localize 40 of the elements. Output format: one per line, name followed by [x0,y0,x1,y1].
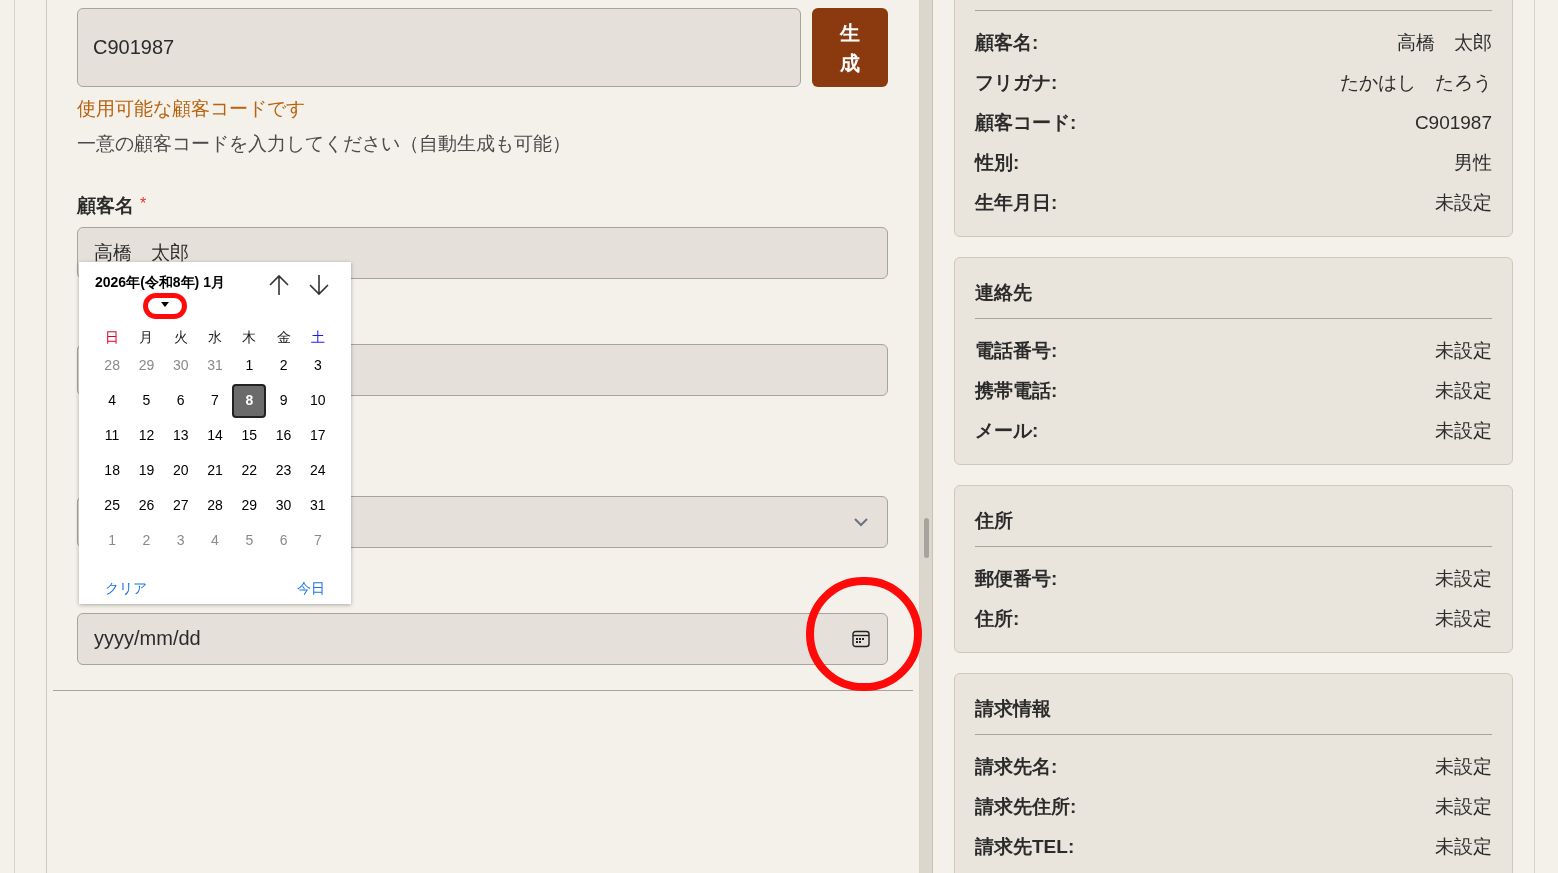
field-label: 顧客コード: [975,110,1077,135]
weekday-label: 金 [275,328,292,347]
field-label: メール: [975,418,1039,443]
weekday-label: 木 [241,328,258,347]
field-value: 未設定 [1435,834,1492,859]
field-value: 未設定 [1435,606,1492,631]
card-title: 請求情報 [975,697,1051,721]
field-value: 未設定 [1435,338,1492,363]
field-value: 未設定 [1435,794,1492,819]
weekday-label: 月 [138,328,155,347]
field-label: フリガナ: [975,70,1058,95]
field-label: 生年月日: [975,190,1058,215]
field-label: 請求先住所: [975,794,1077,819]
field-label: 請求先TEL: [975,834,1075,859]
field-value: 未設定 [1435,418,1492,443]
weekday-label: 土 [309,328,326,347]
weekday-label: 火 [172,328,189,347]
field-value: C901987 [1414,110,1492,135]
field-label: 住所: [975,606,1020,631]
field-label: 郵便番号: [975,566,1058,591]
field-label: 顧客名: [975,30,1039,55]
field-label: 携帯電話: [975,378,1058,403]
field-value: 未設定 [1435,190,1492,215]
field-label: 請求先名: [975,754,1058,779]
field-value: 未設定 [1435,754,1492,779]
field-label: 電話番号: [975,338,1058,363]
card-title: 住所 [975,509,1013,533]
weekday-label: 日 [104,328,121,347]
help-text: 一意の顧客コードを入力してください（自動生成も可能） [77,131,571,156]
field-value: 未設定 [1435,566,1492,591]
field-value: 男性 [1454,150,1492,175]
field-label: 顧客名 [77,194,134,218]
field-label: 性別: [975,150,1020,175]
weekday-label: 水 [207,328,223,347]
field-value: 高橋 太郎 [1397,30,1492,55]
field-value: 未設定 [1435,378,1492,403]
required-mark: * [140,194,147,214]
status-message: 使用可能な顧客コードです [77,97,305,121]
field-value: たかはし たろう [1340,70,1492,95]
card-title: 連絡先 [975,281,1032,305]
